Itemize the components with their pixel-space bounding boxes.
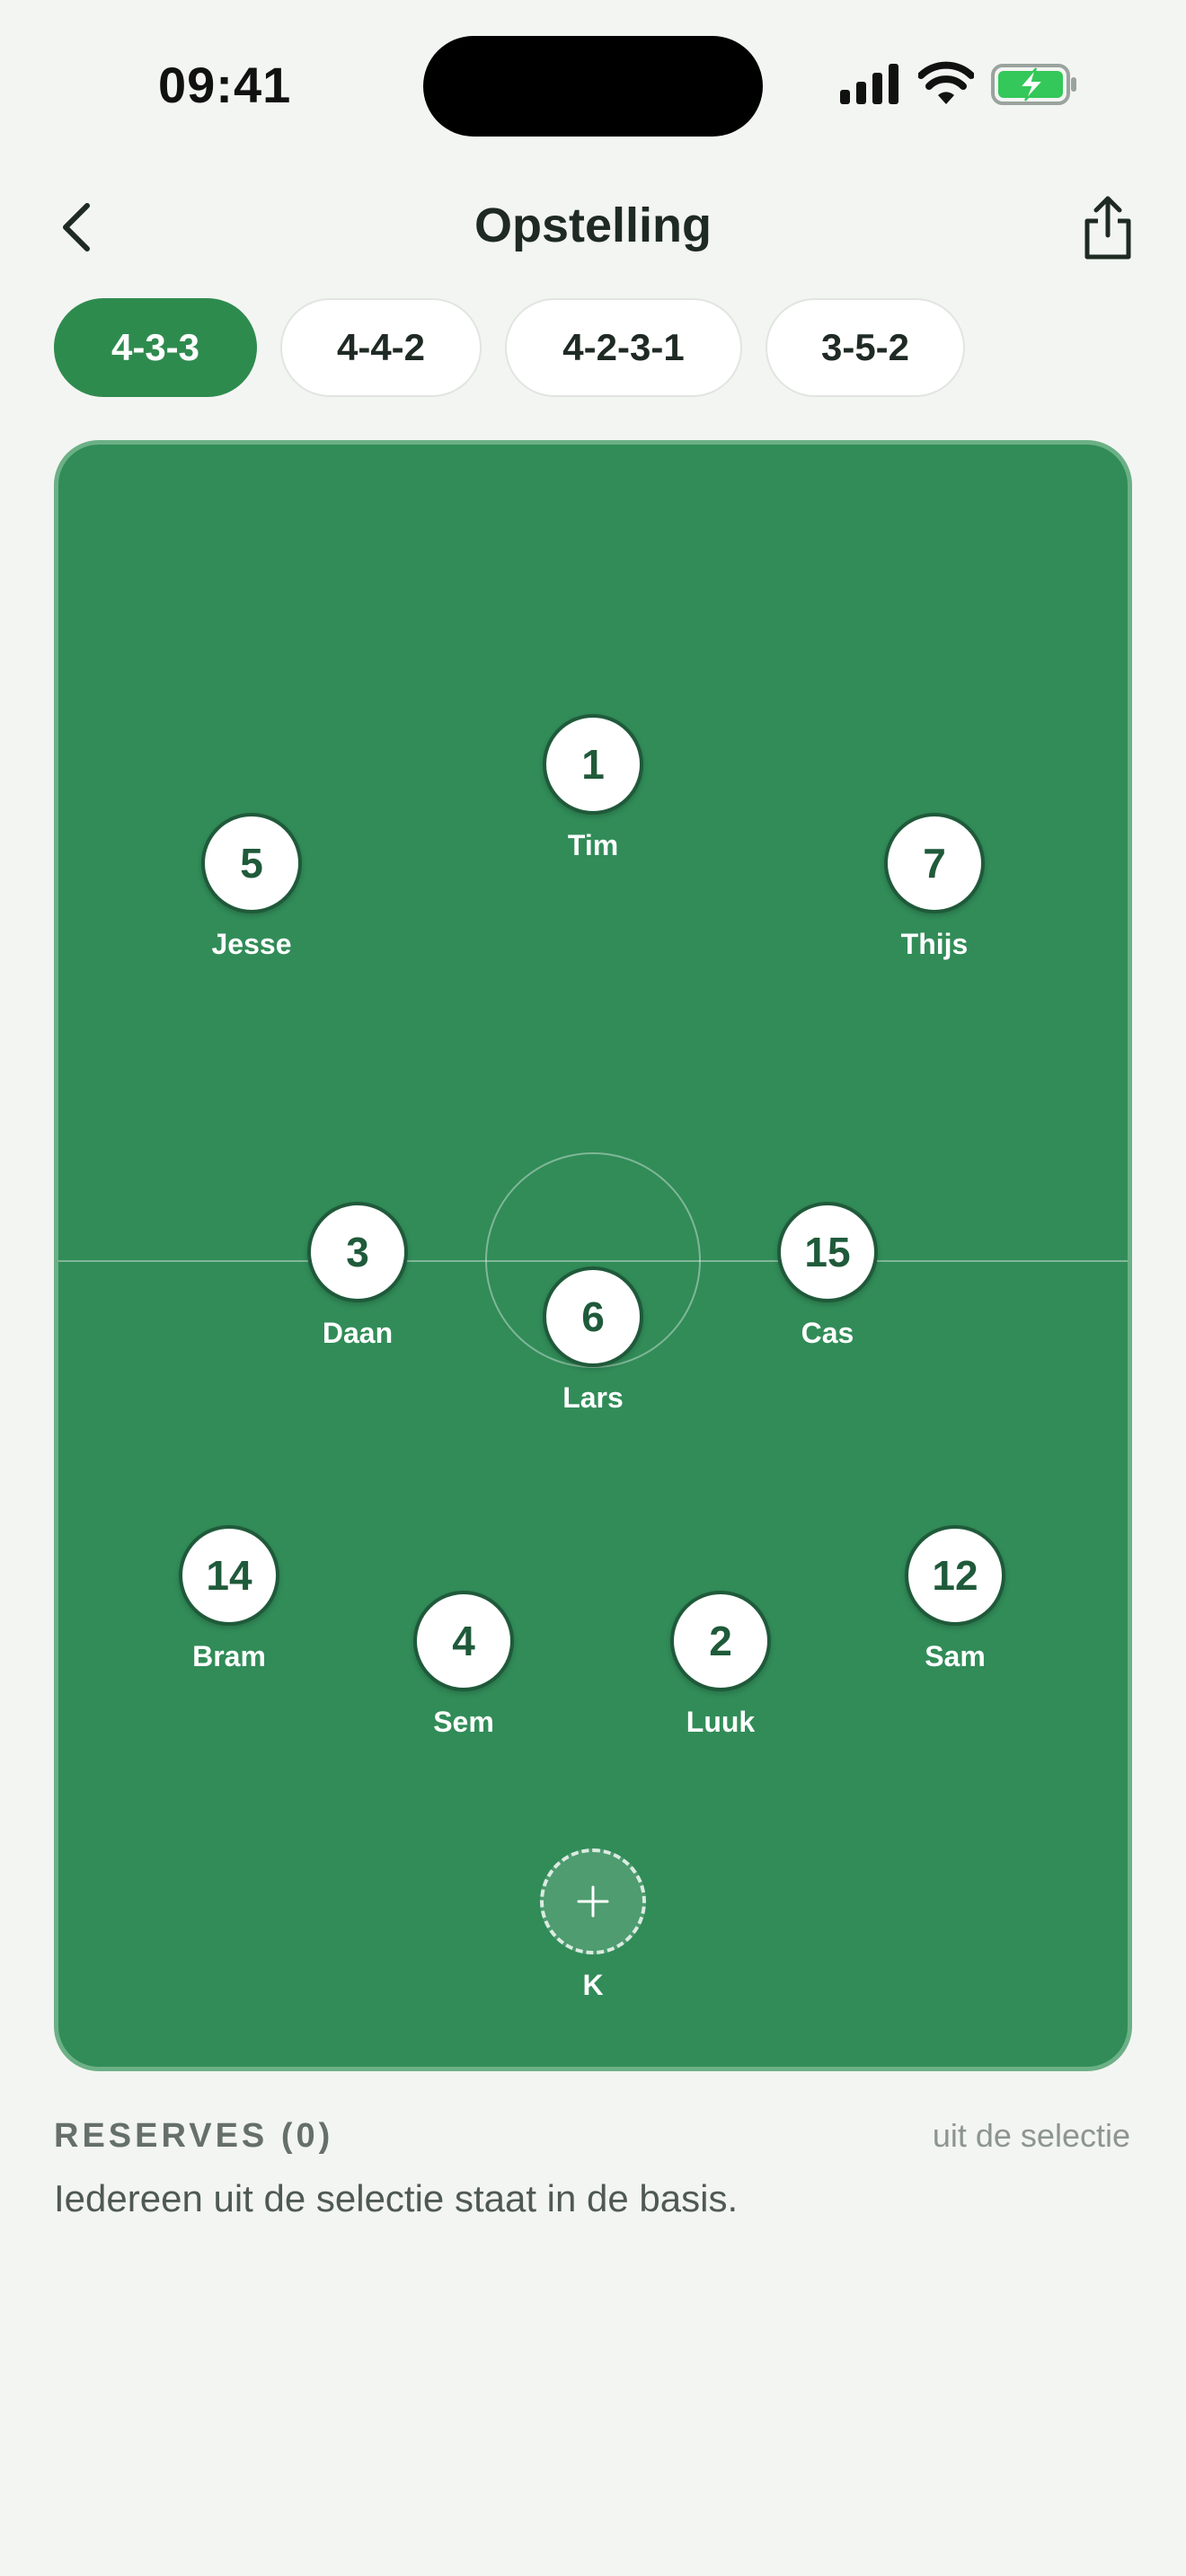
player-lars[interactable]: 6 Lars	[503, 1266, 683, 1415]
player-number: 6	[543, 1266, 643, 1367]
player-sam[interactable]: 12 Sam	[865, 1525, 1045, 1673]
player-number: 7	[884, 813, 985, 913]
player-name: Jesse	[211, 928, 292, 960]
add-player-button[interactable]	[540, 1848, 646, 1954]
share-icon	[1084, 196, 1131, 260]
player-thijs[interactable]: 7 Thijs	[845, 813, 1024, 961]
wifi-icon	[918, 61, 974, 104]
reserves-empty-text: Iedereen uit de selectie staat in de bas…	[54, 2177, 739, 2219]
player-number: 15	[777, 1202, 878, 1302]
dynamic-island	[423, 36, 763, 137]
player-luuk[interactable]: 2 Luuk	[631, 1591, 810, 1739]
battery-charging-icon	[991, 64, 1076, 105]
formation-chip-4-3-3[interactable]: 4-3-3	[54, 298, 257, 397]
player-number: 5	[201, 813, 302, 913]
player-tim[interactable]: 1 Tim	[503, 714, 683, 862]
player-number: 3	[307, 1202, 408, 1302]
player-name: Sem	[433, 1706, 494, 1738]
player-number: 1	[543, 714, 643, 815]
from-selection-link[interactable]: uit de selectie	[933, 2117, 1130, 2155]
empty-slot-keeper[interactable]: K	[503, 1848, 683, 2002]
reserves-title: RESERVES (0)	[54, 2117, 334, 2155]
slot-position-label: K	[582, 1969, 604, 2001]
share-button[interactable]	[1076, 194, 1139, 262]
player-name: Tim	[567, 829, 619, 861]
player-sem[interactable]: 4 Sem	[374, 1591, 553, 1739]
player-jesse[interactable]: 5 Jesse	[162, 813, 341, 961]
player-name: Cas	[801, 1317, 854, 1349]
player-cas[interactable]: 15 Cas	[738, 1202, 917, 1350]
player-name: Sam	[925, 1640, 986, 1672]
formation-chip-4-2-3-1[interactable]: 4-2-3-1	[505, 298, 742, 397]
plus-icon	[577, 1885, 609, 1918]
player-number: 2	[670, 1591, 771, 1691]
status-time: 09:41	[158, 57, 292, 113]
player-daan[interactable]: 3 Daan	[268, 1202, 447, 1350]
player-name: Lars	[562, 1381, 624, 1414]
player-name: Thijs	[900, 928, 969, 960]
player-number: 14	[179, 1525, 279, 1626]
player-name: Luuk	[686, 1706, 756, 1738]
formation-selector: 4-3-3 4-4-2 4-2-3-1 3-5-2	[54, 298, 965, 397]
page-title: Opstelling	[474, 198, 712, 252]
player-number: 4	[413, 1591, 514, 1691]
player-bram[interactable]: 14 Bram	[139, 1525, 319, 1673]
cellular-signal-icon	[840, 64, 898, 104]
player-name: Daan	[322, 1317, 394, 1349]
pitch: 1 Tim 5 Jesse 7 Thijs 3 Daan 15 Cas 6 La…	[54, 440, 1132, 2071]
player-name: Bram	[192, 1640, 266, 1672]
formation-chip-4-4-2[interactable]: 4-4-2	[280, 298, 482, 397]
formation-chip-3-5-2[interactable]: 3-5-2	[766, 298, 965, 397]
player-number: 12	[905, 1525, 1005, 1626]
